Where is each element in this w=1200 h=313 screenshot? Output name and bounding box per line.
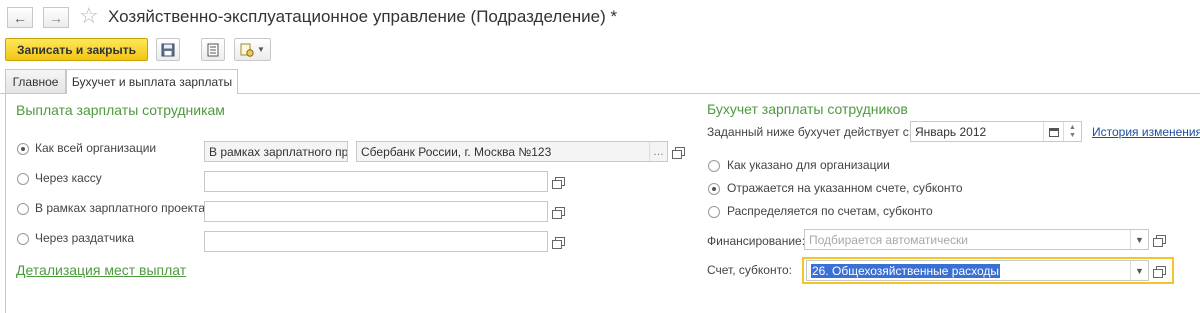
chevron-down-icon: ▼ <box>257 45 265 54</box>
page-title: Хозяйственно-эксплуатационное управление… <box>108 7 618 26</box>
payout-section-title: Выплата зарплаты сотрудникам <box>16 102 225 118</box>
account-label: Счет, субконто: <box>707 263 792 277</box>
payout-details-link[interactable]: Детализация мест выплат <box>16 262 186 278</box>
effective-date-value[interactable]: Январь 2012 <box>911 125 1043 139</box>
accounting-option-account-label[interactable]: Отражается на указанном счете, субконто <box>727 181 963 195</box>
accounting-section-title: Бухучет зарплаты сотрудников <box>707 101 908 117</box>
document-list-icon <box>207 43 219 56</box>
accounting-option-distribute-radio[interactable] <box>708 206 720 218</box>
account-field[interactable]: 26. Общехозяйственные расходы ▼ <box>806 260 1149 281</box>
payout-option-cash-radio[interactable] <box>17 173 29 185</box>
save-button[interactable] <box>156 38 180 61</box>
back-button[interactable]: ← <box>7 7 33 28</box>
spin-down-icon[interactable]: ▼ <box>1069 132 1076 140</box>
favorite-star-icon[interactable]: ☆ <box>79 3 99 29</box>
payout-option-distributor-radio[interactable] <box>17 233 29 245</box>
open-window-icon <box>1153 235 1166 247</box>
document-settings-icon <box>240 43 254 57</box>
accounting-option-org-label[interactable]: Как указано для организации <box>727 158 890 172</box>
tab-main[interactable]: Главное <box>5 69 66 93</box>
calendar-icon[interactable] <box>1043 122 1063 141</box>
financing-placeholder: Подбирается автоматически <box>809 232 968 247</box>
project-field[interactable] <box>204 201 548 222</box>
change-history-link[interactable]: История изменения <box>1092 125 1200 139</box>
forward-button[interactable]: → <box>43 7 69 28</box>
project-open-button[interactable] <box>550 201 570 222</box>
payout-option-project-radio[interactable] <box>17 203 29 215</box>
distributor-open-button[interactable] <box>550 231 570 252</box>
open-window-icon <box>552 177 565 189</box>
payout-option-project-label[interactable]: В рамках зарплатного проекта <box>35 201 205 215</box>
open-window-icon <box>672 147 685 159</box>
arrow-left-icon: ← <box>13 9 27 26</box>
distributor-field[interactable] <box>204 231 548 252</box>
active-tab-gap <box>67 93 237 94</box>
floppy-disk-icon <box>161 43 175 56</box>
effective-date-label: Заданный ниже бухучет действует с: <box>707 125 913 139</box>
spin-up-icon[interactable]: ▲ <box>1069 124 1076 132</box>
org-payout-mode-value: В рамках зарплатного про <box>209 144 347 159</box>
arrow-right-icon: → <box>49 9 63 26</box>
open-window-icon <box>1153 266 1166 278</box>
open-window-icon <box>552 207 565 219</box>
cash-open-button[interactable] <box>550 171 570 192</box>
tab-accounting-payroll[interactable]: Бухучет и выплата зарплаты <box>66 69 238 94</box>
payout-option-org-radio[interactable] <box>17 143 29 155</box>
select-dots-icon[interactable]: … <box>649 142 667 161</box>
panel-border <box>5 93 6 313</box>
chevron-down-icon[interactable]: ▼ <box>1130 261 1148 280</box>
org-bank-value: Сбербанк России, г. Москва №123 <box>361 144 552 159</box>
financing-label: Финансирование: <box>707 234 806 248</box>
financing-field[interactable]: Подбирается автоматически ▼ <box>804 229 1149 250</box>
account-open-button[interactable] <box>1151 260 1171 281</box>
org-bank-field: Сбербанк России, г. Москва №123 … <box>356 141 668 162</box>
accounting-option-distribute-label[interactable]: Распределяется по счетам, субконто <box>727 204 933 218</box>
accounting-option-org-radio[interactable] <box>708 160 720 172</box>
spin-stepper[interactable]: ▲ ▼ <box>1063 122 1081 141</box>
open-window-icon <box>552 237 565 249</box>
report-button[interactable] <box>201 38 225 61</box>
save-and-close-button[interactable]: Записать и закрыть <box>5 38 148 61</box>
org-payout-mode-field: В рамках зарплатного про <box>204 141 348 162</box>
account-value[interactable]: 26. Общехозяйственные расходы <box>811 263 1001 278</box>
effective-date-field[interactable]: Январь 2012 ▲ ▼ <box>910 121 1082 142</box>
payout-option-org-label[interactable]: Как всей организации <box>35 141 156 155</box>
cash-field[interactable] <box>204 171 548 192</box>
payout-option-distributor-label[interactable]: Через раздатчика <box>35 231 134 245</box>
payout-option-cash-label[interactable]: Через кассу <box>35 171 102 185</box>
chevron-down-icon[interactable]: ▼ <box>1130 230 1148 249</box>
org-bank-open-button[interactable] <box>670 141 690 162</box>
financing-open-button[interactable] <box>1151 229 1171 250</box>
accounting-option-account-radio[interactable] <box>708 183 720 195</box>
more-actions-button[interactable]: ▼ <box>234 38 271 61</box>
